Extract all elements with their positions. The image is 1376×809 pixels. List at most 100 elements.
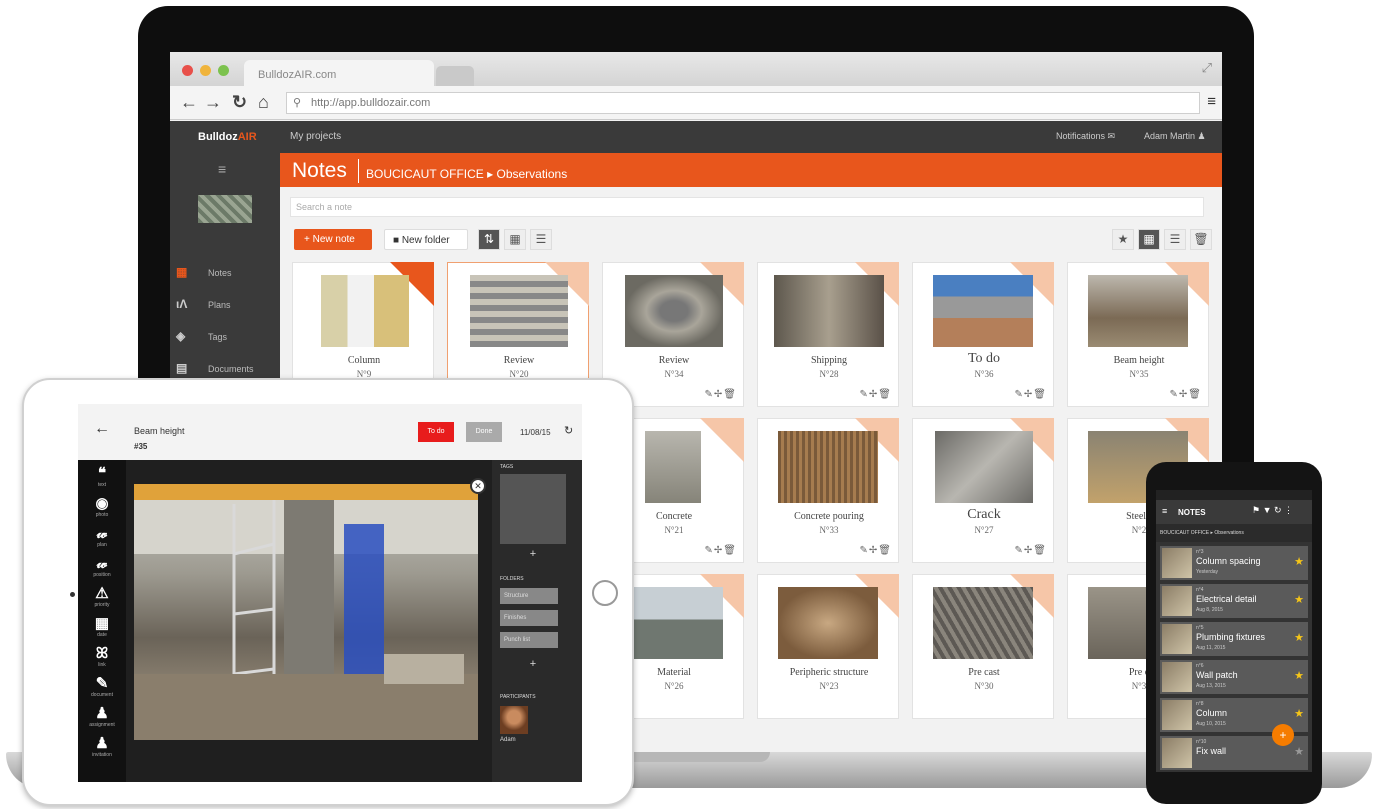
browser-menu-icon[interactable]: ≡: [1207, 93, 1216, 110]
note-thumbnail: [774, 275, 884, 347]
new-tab-button[interactable]: [436, 66, 474, 86]
star-icon[interactable]: ★: [1294, 631, 1304, 644]
close-photo-icon[interactable]: ✕: [470, 478, 486, 494]
breadcrumb-project[interactable]: BOUCICAUT OFFICE: [1160, 530, 1209, 536]
text-tool[interactable]: ❝ text: [78, 466, 126, 489]
assignment-tool[interactable]: ♟ assignment: [78, 706, 126, 729]
note-actions[interactable]: ✎✢🗑: [705, 545, 737, 556]
note-card[interactable]: Crack N°27 ✎✢🗑: [912, 418, 1054, 563]
done-button[interactable]: Done: [466, 422, 502, 442]
folder-item[interactable]: Finishes: [500, 610, 558, 626]
date-tool[interactable]: ▦ date: [78, 616, 126, 639]
user-menu[interactable]: Adam Martin ♟: [1144, 131, 1206, 142]
note-card[interactable]: To do N°36 ✎✢🗑: [912, 262, 1054, 407]
divider: [358, 159, 359, 183]
sidebar-toggle-icon[interactable]: ≡: [218, 161, 226, 177]
back-icon[interactable]: ←: [180, 92, 198, 113]
note-actions[interactable]: ✎✢🗑: [1170, 389, 1202, 400]
sidebar-item-tags[interactable]: ◈ Tags: [176, 329, 276, 347]
forward-icon[interactable]: →: [204, 92, 222, 113]
brand-logo[interactable]: BulldozAIR: [198, 131, 257, 143]
note-title: Review: [503, 355, 535, 366]
search-icon: ⚲: [293, 97, 302, 109]
add-tag-button[interactable]: +: [500, 548, 566, 560]
calendar-view-icon[interactable]: ▦: [504, 229, 526, 250]
list-item[interactable]: n°4 Electrical detail Aug 8, 2015 ★: [1160, 584, 1308, 618]
star-icon[interactable]: ★: [1294, 593, 1304, 606]
folder-item[interactable]: Structure: [500, 588, 558, 604]
plan-tool[interactable]: 𝓌 plan: [78, 526, 126, 549]
new-folder-button[interactable]: ■ New folder: [384, 229, 468, 250]
star-icon[interactable]: ★: [1294, 745, 1304, 758]
note-card[interactable]: Beam height N°35 ✎✢🗑: [1067, 262, 1209, 407]
sidebar-item-plans[interactable]: ιΛ Plans: [176, 297, 276, 315]
note-card[interactable]: Shipping N°28 ✎✢🗑: [757, 262, 899, 407]
my-projects-link[interactable]: My projects: [290, 131, 341, 142]
sidebar-item-notes[interactable]: ▦ Notes: [176, 265, 276, 283]
back-icon[interactable]: ←: [94, 420, 110, 438]
project-thumbnail[interactable]: [198, 195, 252, 223]
menu-icon[interactable]: ≡: [1162, 506, 1167, 516]
sync-icon[interactable]: ↻: [564, 424, 573, 437]
search-input[interactable]: Search a note: [290, 197, 1204, 217]
priority-tool[interactable]: ⚠ priority: [78, 586, 126, 609]
note-card[interactable]: Pre cast N°30: [912, 574, 1054, 719]
list-item[interactable]: n°5 Plumbing fixtures Aug 11, 2015 ★: [1160, 622, 1308, 656]
home-icon[interactable]: ⌂: [258, 92, 269, 113]
star-filter-icon[interactable]: ★: [1112, 229, 1134, 250]
document-tool[interactable]: ✎ document: [78, 676, 126, 699]
scaffold-photo-graphic: [134, 484, 478, 740]
note-actions[interactable]: ✎✢🗑: [705, 389, 737, 400]
avatar[interactable]: [500, 706, 528, 734]
url-bar[interactable]: ⚲ http://app.bulldozair.com: [286, 92, 1200, 114]
reload-icon[interactable]: ↻: [232, 92, 247, 113]
tool-label: date: [97, 632, 107, 638]
tablet-screen: ← Beam height #35 To do Done 11/08/15 ↻ …: [78, 404, 582, 782]
minimize-window-icon[interactable]: [200, 65, 211, 76]
note-number: N°36: [974, 369, 994, 379]
todo-button[interactable]: To do: [418, 422, 454, 442]
star-icon[interactable]: ★: [1294, 707, 1304, 720]
fullscreen-icon[interactable]: ⤢: [1202, 60, 1212, 76]
breadcrumb-project[interactable]: BOUCICAUT OFFICE ▸: [366, 167, 493, 181]
note-photo[interactable]: [134, 484, 478, 740]
participant-name: Adam: [500, 737, 516, 743]
maximize-window-icon[interactable]: [218, 65, 229, 76]
note-actions[interactable]: ✎✢🗑: [1015, 545, 1047, 556]
note-card[interactable]: Concrete pouring N°33 ✎✢🗑: [757, 418, 899, 563]
add-folder-button[interactable]: +: [500, 658, 566, 670]
add-note-fab[interactable]: +: [1272, 724, 1294, 746]
close-window-icon[interactable]: [182, 65, 193, 76]
breadcrumb-folder[interactable]: Observations: [497, 167, 568, 181]
note-title: Crack: [967, 507, 1001, 522]
position-tool[interactable]: 𝓌 position: [78, 556, 126, 579]
tool-label: document: [91, 692, 113, 698]
trash-icon[interactable]: 🗑: [1190, 229, 1212, 250]
note-actions[interactable]: ✎✢🗑: [860, 545, 892, 556]
folder-item[interactable]: Punch list: [500, 632, 558, 648]
note-date: Aug 11, 2015: [1196, 645, 1226, 651]
list-view-icon[interactable]: ☰: [530, 229, 552, 250]
note-actions[interactable]: ✎✢🗑: [1015, 389, 1047, 400]
sort-icon[interactable]: ⇅: [478, 229, 500, 250]
new-note-button[interactable]: + New note: [294, 229, 372, 250]
list-item[interactable]: n°6 Wall patch Aug 13, 2015 ★: [1160, 660, 1308, 694]
phone-action-icons[interactable]: ⚑ ▼ ↻ ⋮: [1252, 505, 1293, 516]
browser-tab[interactable]: BulldozAIR.com: [244, 60, 434, 86]
sidebar-item-documents[interactable]: ▤ Documents: [176, 361, 276, 379]
photo-tool[interactable]: ◉ photo: [78, 496, 126, 519]
phone-status-bar: [1156, 490, 1312, 500]
breadcrumb-folder[interactable]: Observations: [1214, 530, 1243, 536]
note-toolbar: ❝ text ◉ photo 𝓌 plan 𝓌 position ⚠ priority ▦…: [78, 460, 126, 782]
invitation-tool[interactable]: ♟ invitation: [78, 736, 126, 759]
detail-view-icon[interactable]: ☰: [1164, 229, 1186, 250]
list-item[interactable]: n°3 Column spacing Yesterday ★: [1160, 546, 1308, 580]
tablet-home-button[interactable]: [592, 580, 618, 606]
link-tool[interactable]: ꕤ link: [78, 646, 126, 669]
note-card[interactable]: Peripheric structure N°23: [757, 574, 899, 719]
star-icon[interactable]: ★: [1294, 669, 1304, 682]
grid-view-icon[interactable]: ▦: [1138, 229, 1160, 250]
note-actions[interactable]: ✎✢🗑: [860, 389, 892, 400]
notifications-link[interactable]: Notifications ✉: [1056, 131, 1115, 142]
star-icon[interactable]: ★: [1294, 555, 1304, 568]
